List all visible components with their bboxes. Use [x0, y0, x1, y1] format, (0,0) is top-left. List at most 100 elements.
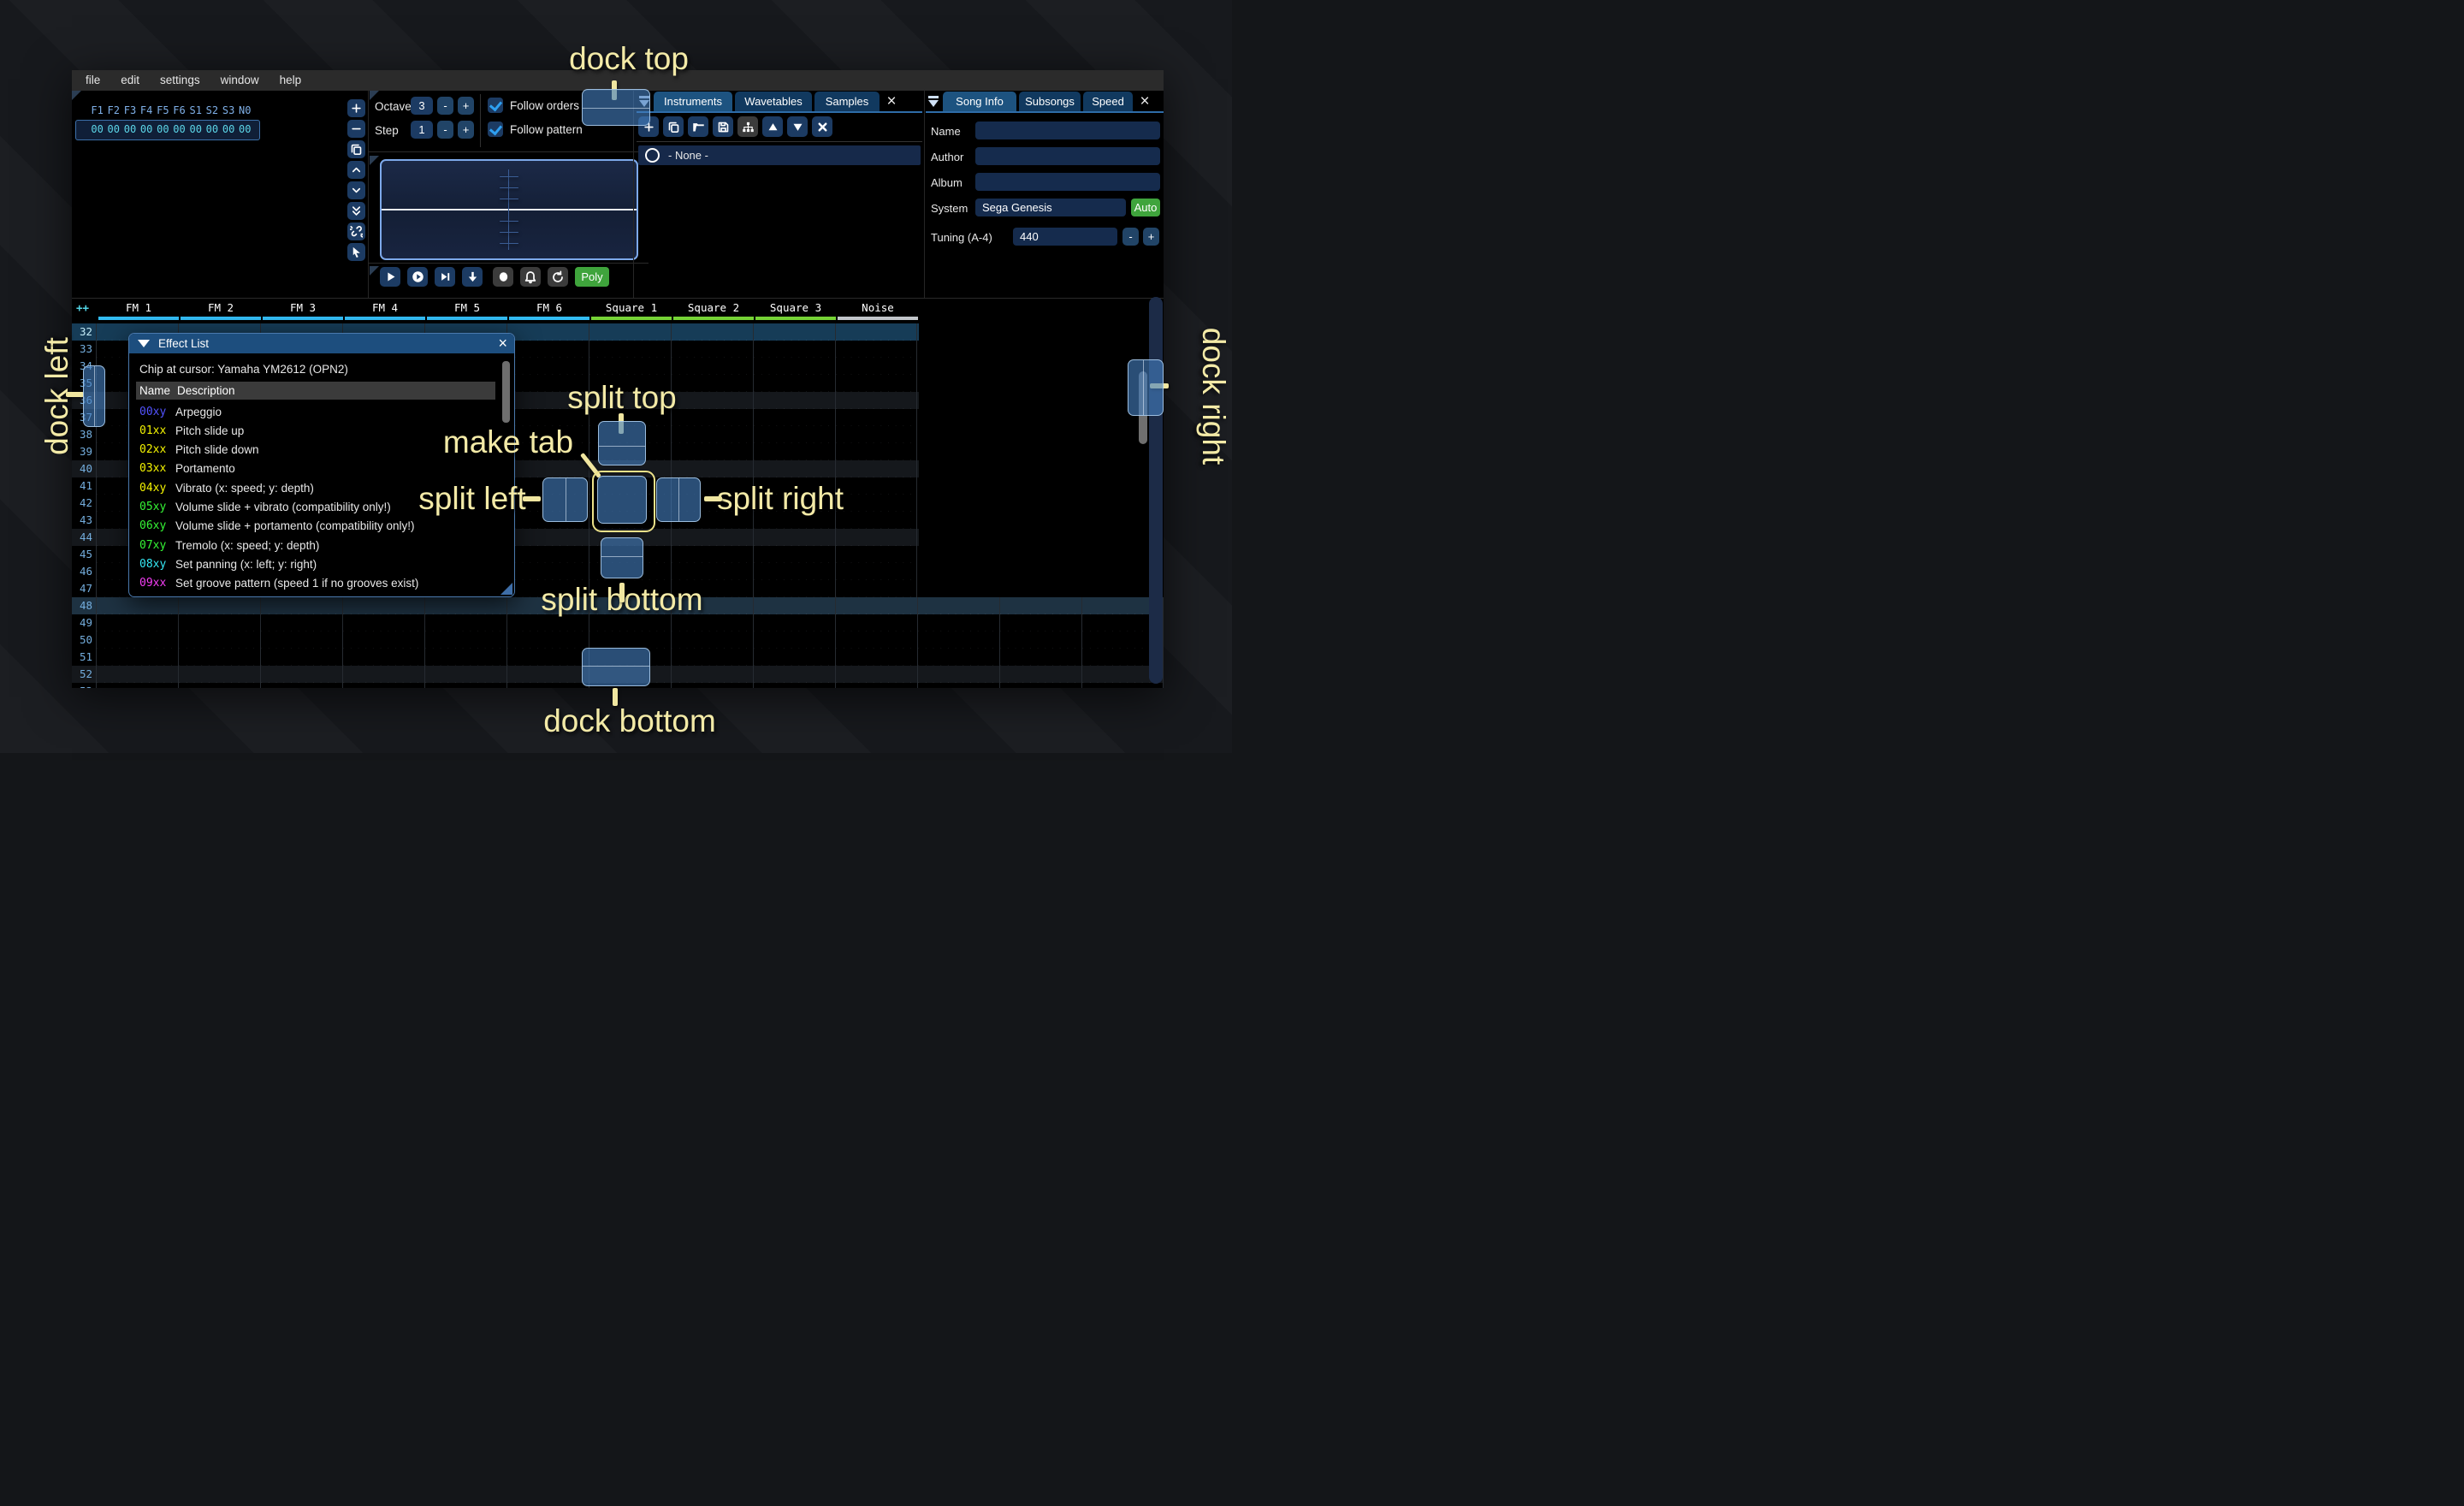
save-instrument-button[interactable]	[713, 116, 733, 137]
pattern-cell[interactable]	[835, 614, 917, 631]
pattern-cell[interactable]	[589, 529, 671, 546]
tuning-minus-button[interactable]: -	[1122, 228, 1139, 246]
pattern-cell[interactable]	[999, 631, 1081, 649]
pattern-cell[interactable]	[342, 614, 424, 631]
pattern-cell[interactable]	[999, 597, 1081, 614]
pattern-cell[interactable]	[917, 614, 999, 631]
pattern-cell[interactable]	[671, 375, 753, 392]
octave-plus-button[interactable]: +	[458, 97, 474, 115]
step-minus-button[interactable]: -	[437, 121, 453, 139]
effect-list-scrollbar-thumb[interactable]	[502, 361, 510, 423]
effect-row-01xx[interactable]: 01xxPitch slide up	[136, 421, 495, 440]
pattern-cell[interactable]	[671, 597, 753, 614]
delete-button[interactable]	[812, 116, 832, 137]
window-right-scrollbar[interactable]	[1149, 297, 1163, 684]
effect-row-06xy[interactable]: 06xyVolume slide + portamento (compatibi…	[136, 517, 495, 536]
pattern-cell[interactable]	[178, 597, 260, 614]
pattern-row-48[interactable]: 48	[72, 597, 1164, 614]
pattern-row-52[interactable]: 52	[72, 666, 1164, 683]
author-field[interactable]	[975, 147, 1160, 165]
pattern-cell[interactable]	[96, 649, 178, 666]
pattern-cell[interactable]	[424, 666, 506, 683]
step-row-button[interactable]	[462, 267, 483, 287]
pattern-cell[interactable]	[671, 477, 753, 495]
pattern-cell[interactable]	[917, 597, 999, 614]
pattern-cell[interactable]	[506, 649, 589, 666]
play-button[interactable]	[380, 267, 400, 287]
pattern-cell[interactable]	[260, 631, 342, 649]
pattern-cell[interactable]	[342, 649, 424, 666]
pattern-cell[interactable]	[589, 409, 671, 426]
pattern-cell[interactable]	[835, 597, 917, 614]
pattern-cell[interactable]	[589, 460, 671, 477]
pattern-cell[interactable]	[835, 580, 917, 597]
pattern-cell[interactable]	[671, 546, 753, 563]
step-value[interactable]: 1	[411, 121, 433, 139]
pattern-cell[interactable]	[671, 631, 753, 649]
pattern-cell[interactable]	[999, 666, 1081, 683]
pattern-cell[interactable]	[671, 580, 753, 597]
order-cell[interactable]: 00	[108, 123, 120, 135]
channel-header-fm-2[interactable]: FM 2	[180, 301, 262, 315]
pattern-cell[interactable]	[342, 666, 424, 683]
menu-item-window[interactable]: window	[210, 70, 270, 91]
menu-item-edit[interactable]: edit	[110, 70, 150, 91]
pattern-cell[interactable]	[671, 443, 753, 460]
pattern-cell[interactable]	[589, 443, 671, 460]
pattern-cell[interactable]	[506, 358, 589, 375]
tab-bar-collapse-icon[interactable]	[638, 92, 651, 111]
pattern-cell[interactable]	[424, 614, 506, 631]
move-up-button[interactable]	[762, 116, 783, 137]
pattern-cell[interactable]	[260, 614, 342, 631]
pattern-cell[interactable]	[835, 341, 917, 358]
effect-row-08xy[interactable]: 08xySet panning (x: left; y: right)	[136, 554, 495, 573]
pattern-cell[interactable]	[753, 358, 835, 375]
tuning-field[interactable]: 440	[1013, 228, 1117, 246]
pattern-cell[interactable]	[589, 392, 671, 409]
pattern-cell[interactable]	[96, 683, 178, 688]
pattern-cell[interactable]	[835, 495, 917, 512]
song-info-close-icon[interactable]: ×	[1137, 92, 1152, 111]
pattern-cell[interactable]	[589, 649, 671, 666]
pattern-cell[interactable]	[753, 443, 835, 460]
pattern-cell[interactable]	[506, 409, 589, 426]
pattern-cell[interactable]	[589, 477, 671, 495]
pattern-cell[interactable]	[589, 597, 671, 614]
pattern-cell[interactable]	[589, 614, 671, 631]
pattern-cell[interactable]	[835, 409, 917, 426]
pattern-cell[interactable]	[753, 529, 835, 546]
channel-header-noise[interactable]: Noise	[837, 301, 919, 315]
pattern-cell[interactable]	[753, 580, 835, 597]
order-cell[interactable]: 00	[173, 123, 185, 135]
pattern-cell[interactable]	[506, 426, 589, 443]
tab-subsongs[interactable]: Subsongs	[1019, 92, 1081, 111]
pattern-cell[interactable]	[1081, 683, 1164, 688]
pattern-cell[interactable]	[589, 495, 671, 512]
pattern-cell[interactable]	[589, 358, 671, 375]
pattern-cell[interactable]	[342, 683, 424, 688]
pattern-cell[interactable]	[589, 546, 671, 563]
pattern-cell[interactable]	[506, 443, 589, 460]
pattern-cell[interactable]	[96, 614, 178, 631]
pattern-cell[interactable]	[917, 666, 999, 683]
effect-row-04xy[interactable]: 04xyVibrato (x: speed; y: depth)	[136, 478, 495, 497]
pattern-cell[interactable]	[506, 597, 589, 614]
pattern-cell[interactable]	[506, 495, 589, 512]
pattern-cell[interactable]	[589, 631, 671, 649]
pattern-cell[interactable]	[753, 323, 835, 341]
order-cell[interactable]: 00	[189, 123, 201, 135]
pattern-row-51[interactable]: 51	[72, 649, 1164, 666]
play-from-cursor-button[interactable]	[407, 267, 428, 287]
pattern-cell[interactable]	[506, 392, 589, 409]
pattern-cell[interactable]	[178, 649, 260, 666]
pattern-cell[interactable]	[260, 597, 342, 614]
pattern-cell[interactable]	[835, 512, 917, 529]
pattern-cell[interactable]	[589, 666, 671, 683]
pattern-cell[interactable]	[96, 631, 178, 649]
pattern-cell[interactable]	[506, 666, 589, 683]
open-instrument-button[interactable]	[688, 116, 708, 137]
pattern-cell[interactable]	[835, 443, 917, 460]
name-field[interactable]	[975, 122, 1160, 139]
pattern-cell[interactable]	[753, 477, 835, 495]
effect-row-05xy[interactable]: 05xyVolume slide + vibrato (compatibilit…	[136, 498, 495, 517]
